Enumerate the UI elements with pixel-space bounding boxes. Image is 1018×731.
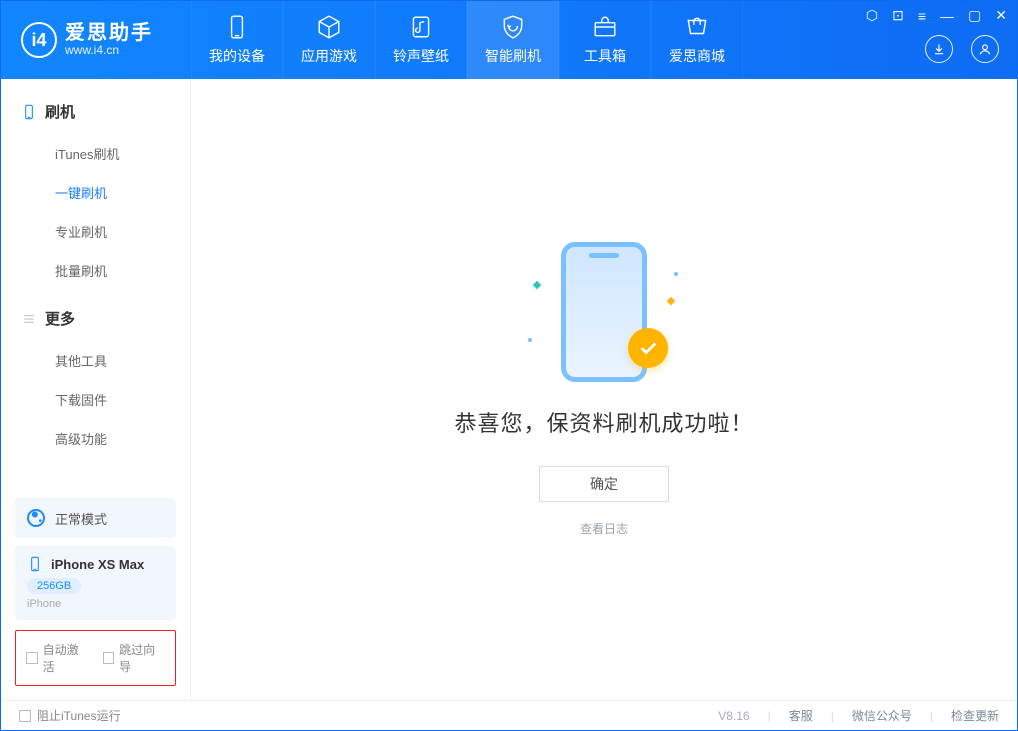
check-badge-icon bbox=[628, 328, 668, 368]
device-name: iPhone XS Max bbox=[51, 557, 144, 572]
device-small-icon bbox=[27, 556, 43, 572]
auto-activate-checkbox[interactable]: 自动激活 bbox=[26, 641, 89, 675]
checkbox-box bbox=[19, 710, 31, 722]
nav-label: 我的设备 bbox=[209, 46, 265, 66]
checkbox-label: 阻止iTunes运行 bbox=[37, 707, 121, 724]
nav-label: 爱思商城 bbox=[669, 46, 725, 66]
success-message: 恭喜您，保资料刷机成功啦！ bbox=[454, 406, 753, 438]
option-box: 自动激活 跳过向导 bbox=[15, 630, 176, 686]
device-icon bbox=[224, 14, 250, 40]
sidebar-scroll: 刷机 iTunes刷机 一键刷机 专业刷机 批量刷机 更多 其他工具 下载固件 … bbox=[1, 79, 190, 490]
download-button[interactable] bbox=[925, 35, 953, 63]
refresh-shield-icon bbox=[500, 14, 526, 40]
ok-button[interactable]: 确定 bbox=[539, 466, 669, 502]
nav-apps[interactable]: 应用游戏 bbox=[283, 1, 375, 79]
toolbox-icon bbox=[592, 14, 618, 40]
sidebar-item-advanced[interactable]: 高级功能 bbox=[1, 419, 190, 458]
nav-label: 智能刷机 bbox=[485, 46, 541, 66]
version-label: V8.16 bbox=[718, 709, 749, 723]
account-button[interactable] bbox=[971, 35, 999, 63]
mode-card[interactable]: 正常模式 bbox=[15, 498, 176, 538]
nav-label: 铃声壁纸 bbox=[393, 46, 449, 66]
logo-icon: i4 bbox=[21, 22, 57, 58]
sidebar-item-other-tools[interactable]: 其他工具 bbox=[1, 341, 190, 380]
app-site: www.i4.cn bbox=[65, 44, 153, 57]
shirt-icon[interactable]: ⬡ bbox=[866, 7, 878, 24]
window-controls: ⬡ ⊡ ≡ — ▢ ✕ bbox=[866, 7, 1007, 24]
sparkle-icon bbox=[533, 281, 541, 289]
section-flash: 刷机 iTunes刷机 一键刷机 专业刷机 批量刷机 bbox=[1, 89, 190, 290]
device-system: iPhone bbox=[27, 598, 164, 610]
logo-text: 爱思助手 www.i4.cn bbox=[65, 22, 153, 57]
checkbox-box bbox=[26, 652, 38, 664]
nav-store[interactable]: 爱思商城 bbox=[651, 1, 743, 79]
nav-label: 应用游戏 bbox=[301, 46, 357, 66]
note-icon bbox=[408, 14, 434, 40]
wechat-link[interactable]: 微信公众号 bbox=[852, 707, 912, 724]
sidebar: 刷机 iTunes刷机 一键刷机 专业刷机 批量刷机 更多 其他工具 下载固件 … bbox=[1, 79, 191, 700]
nav-flash[interactable]: 智能刷机 bbox=[467, 1, 559, 79]
dot-icon bbox=[528, 338, 532, 342]
mode-label: 正常模式 bbox=[55, 509, 107, 528]
section-more-head: 更多 bbox=[1, 296, 190, 341]
top-nav: 我的设备 应用游戏 铃声壁纸 智能刷机 工具箱 爱思商城 bbox=[191, 1, 743, 79]
cart-icon bbox=[684, 14, 710, 40]
success-illustration bbox=[534, 242, 674, 392]
logo-block: i4 爱思助手 www.i4.cn bbox=[1, 22, 191, 58]
app-body: 刷机 iTunes刷机 一键刷机 专业刷机 批量刷机 更多 其他工具 下载固件 … bbox=[1, 79, 1017, 700]
checkbox-label: 跳过向导 bbox=[119, 641, 165, 675]
check-update-link[interactable]: 检查更新 bbox=[951, 707, 999, 724]
device-card[interactable]: iPhone XS Max 256GB iPhone bbox=[15, 546, 176, 620]
app-name: 爱思助手 bbox=[65, 22, 153, 44]
sidebar-item-itunes-flash[interactable]: iTunes刷机 bbox=[1, 134, 190, 173]
app-header: i4 爱思助手 www.i4.cn 我的设备 应用游戏 铃声壁纸 智能刷机 工具… bbox=[1, 1, 1017, 79]
sidebar-item-download-firmware[interactable]: 下载固件 bbox=[1, 380, 190, 419]
separator: | bbox=[930, 709, 933, 723]
phone-icon bbox=[21, 104, 37, 120]
block-itunes-checkbox[interactable]: 阻止iTunes运行 bbox=[19, 707, 121, 724]
main-content: 恭喜您，保资料刷机成功啦！ 确定 查看日志 bbox=[191, 79, 1017, 700]
header-actions bbox=[925, 35, 999, 63]
sidebar-item-pro-flash[interactable]: 专业刷机 bbox=[1, 212, 190, 251]
menu-icon[interactable]: ≡ bbox=[918, 8, 926, 24]
nav-label: 工具箱 bbox=[584, 46, 626, 66]
status-bar: 阻止iTunes运行 V8.16 | 客服 | 微信公众号 | 检查更新 bbox=[1, 700, 1017, 730]
section-more: 更多 其他工具 下载固件 高级功能 bbox=[1, 296, 190, 458]
storage-badge: 256GB bbox=[27, 578, 81, 594]
cube-icon bbox=[316, 14, 342, 40]
separator: | bbox=[831, 709, 834, 723]
sidebar-item-batch-flash[interactable]: 批量刷机 bbox=[1, 251, 190, 290]
close-button[interactable]: ✕ bbox=[995, 7, 1007, 24]
checkbox-box bbox=[103, 652, 115, 664]
feedback-icon[interactable]: ⊡ bbox=[892, 7, 904, 24]
nav-my-device[interactable]: 我的设备 bbox=[191, 1, 283, 79]
separator: | bbox=[768, 709, 771, 723]
checkbox-label: 自动激活 bbox=[43, 641, 89, 675]
nav-rings[interactable]: 铃声壁纸 bbox=[375, 1, 467, 79]
minimize-button[interactable]: — bbox=[940, 8, 954, 24]
mode-icon bbox=[27, 509, 45, 527]
nav-tools[interactable]: 工具箱 bbox=[559, 1, 651, 79]
sidebar-item-oneclick-flash[interactable]: 一键刷机 bbox=[1, 173, 190, 212]
section-title: 刷机 bbox=[45, 101, 75, 122]
support-link[interactable]: 客服 bbox=[789, 707, 813, 724]
sparkle-icon bbox=[667, 297, 675, 305]
maximize-button[interactable]: ▢ bbox=[968, 7, 981, 24]
list-icon bbox=[21, 311, 37, 327]
section-title: 更多 bbox=[45, 308, 75, 329]
dot-icon bbox=[674, 272, 678, 276]
skip-guide-checkbox[interactable]: 跳过向导 bbox=[103, 641, 166, 675]
section-flash-head: 刷机 bbox=[1, 89, 190, 134]
view-log-link[interactable]: 查看日志 bbox=[580, 520, 628, 537]
